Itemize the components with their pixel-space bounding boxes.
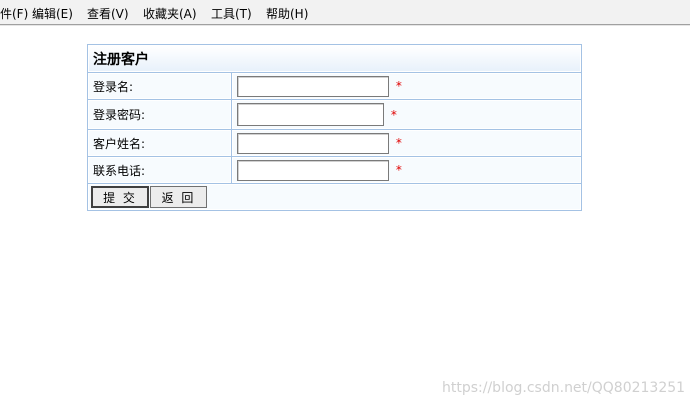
login-name-input[interactable]	[237, 75, 389, 97]
row-phone: 联系电话: *	[88, 157, 581, 183]
form-title: 注册客户	[88, 45, 581, 72]
back-button[interactable]: 返 回	[150, 186, 207, 208]
login-password-label: 登录密码:	[88, 100, 231, 129]
watermark-url: https://blog.csdn.net/QQ80213251	[442, 380, 686, 396]
phone-input[interactable]	[237, 159, 389, 181]
submit-button[interactable]: 提 交	[91, 186, 149, 208]
menu-edit[interactable]: 编辑(E)	[32, 5, 73, 22]
login-password-cell: *	[232, 100, 581, 129]
register-table: 注册客户 登录名: * 登录密码: * 客户姓名: * 联系电话: * 提 交 …	[87, 44, 582, 211]
phone-cell: *	[232, 157, 581, 183]
menu-file[interactable]: 文件(F)	[0, 5, 28, 22]
required-mark: *	[395, 136, 402, 150]
row-login-name: 登录名: *	[88, 73, 581, 99]
actions-cell: 提 交返 回	[88, 184, 581, 210]
login-name-cell: *	[232, 73, 581, 99]
menu-tools[interactable]: 工具(T)	[211, 5, 252, 22]
required-mark: *	[395, 163, 402, 177]
row-login-password: 登录密码: *	[88, 100, 581, 129]
customer-name-input[interactable]	[237, 132, 389, 154]
required-mark: *	[390, 107, 397, 122]
menu-help[interactable]: 帮助(H)	[266, 5, 308, 22]
customer-name-label: 客户姓名:	[88, 130, 231, 156]
row-customer-name: 客户姓名: *	[88, 130, 581, 156]
register-form: 注册客户 登录名: * 登录密码: * 客户姓名: * 联系电话: * 提 交 …	[87, 44, 582, 211]
customer-name-cell: *	[232, 130, 581, 156]
menu-favorites[interactable]: 收藏夹(A)	[143, 5, 197, 22]
phone-label: 联系电话:	[88, 157, 231, 183]
required-mark: *	[395, 79, 402, 93]
menu-view[interactable]: 查看(V)	[87, 5, 129, 22]
row-actions: 提 交返 回	[88, 184, 581, 210]
login-name-label: 登录名:	[88, 73, 231, 99]
login-password-input[interactable]	[237, 103, 384, 126]
menu-bar: 文件(F) 编辑(E) 查看(V) 收藏夹(A) 工具(T) 帮助(H)	[0, 0, 690, 25]
